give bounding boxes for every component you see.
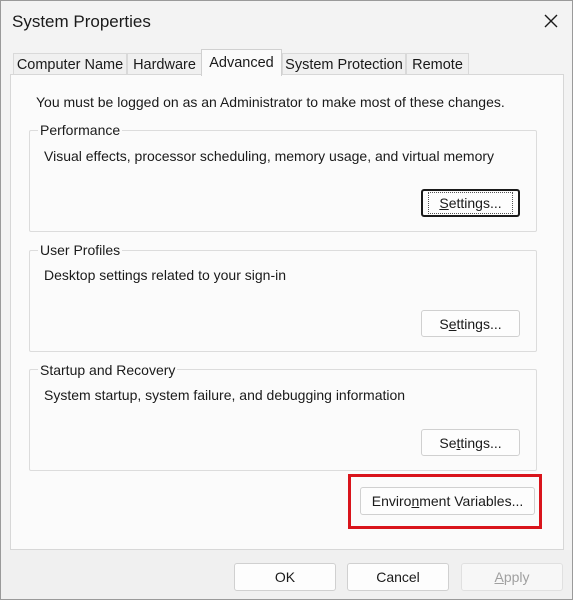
tab-hardware[interactable]: Hardware bbox=[127, 53, 202, 75]
window-title: System Properties bbox=[12, 12, 151, 31]
close-icon bbox=[544, 14, 558, 28]
tab-bar: Computer Name Hardware Advanced System P… bbox=[1, 49, 572, 76]
tab-system-protection[interactable]: System Protection bbox=[282, 53, 406, 75]
user-profiles-description: Desktop settings related to your sign-in bbox=[44, 267, 287, 283]
tab-advanced[interactable]: Advanced bbox=[201, 49, 282, 76]
startup-recovery-settings-button[interactable]: Se t tings... bbox=[421, 429, 520, 456]
system-properties-window: System Properties Computer Name Hardware… bbox=[0, 0, 573, 600]
ok-button[interactable]: OK bbox=[234, 563, 336, 591]
startup-recovery-title: Startup and Recovery bbox=[38, 362, 178, 378]
tab-remote[interactable]: Remote bbox=[406, 53, 469, 75]
user-profiles-settings-button[interactable]: Se ttings... bbox=[421, 310, 520, 337]
apply-button[interactable]: Apply bbox=[461, 563, 563, 591]
user-profiles-title: User Profiles bbox=[38, 242, 123, 258]
performance-description: Visual effects, processor scheduling, me… bbox=[44, 148, 495, 164]
startup-recovery-description: System startup, system failure, and debu… bbox=[44, 387, 406, 403]
admin-note: You must be logged on as an Administrato… bbox=[36, 94, 505, 110]
cancel-button[interactable]: Cancel bbox=[347, 563, 449, 591]
tab-computer-name[interactable]: Computer Name bbox=[13, 53, 127, 75]
performance-title: Performance bbox=[38, 122, 123, 138]
performance-settings-button[interactable]: Settings... bbox=[421, 189, 520, 217]
environment-variables-button[interactable]: Enviro n ment Variables... bbox=[360, 487, 535, 515]
close-button[interactable] bbox=[536, 7, 566, 35]
